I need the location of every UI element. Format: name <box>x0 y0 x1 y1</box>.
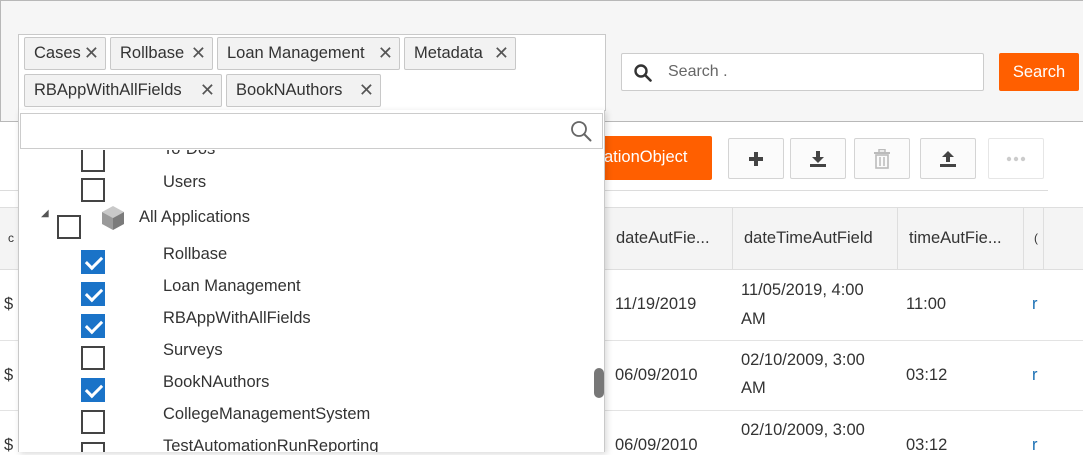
tag-label: RBAppWithAllFields <box>34 81 182 99</box>
search-field[interactable] <box>621 53 984 91</box>
tree-item[interactable]: CollegeManagementSystem <box>19 402 589 434</box>
date-cell: 11/19/2019 <box>615 295 697 313</box>
column-header[interactable]: timeAutFie... <box>898 208 1024 269</box>
more-icon <box>1006 156 1026 161</box>
remove-tag-icon[interactable]: ✕ <box>200 75 215 106</box>
cube-icon <box>102 206 124 230</box>
tree-checkbox-checked[interactable] <box>81 250 105 274</box>
remove-tag-icon[interactable]: ✕ <box>191 38 206 69</box>
column-header[interactable]: dateTimeAutField <box>733 208 898 269</box>
column-header[interactable]: dateAutFie... <box>605 208 733 269</box>
add-button[interactable] <box>728 138 784 179</box>
tag-selector[interactable]: Cases ✕ Rollbase ✕ Loan Management ✕ Met… <box>18 34 606 111</box>
object-tree-dropdown: To-Dos Users ◢ All Applications Rollbase… <box>18 110 605 452</box>
tree-filter-box[interactable] <box>20 113 603 149</box>
tree-item[interactable]: Surveys <box>19 338 589 370</box>
tag-label: Cases <box>34 44 81 62</box>
datetime-cell: AM <box>741 310 766 328</box>
filter-panel: Cases ✕ Rollbase ✕ Loan Management ✕ Met… <box>0 0 1083 122</box>
tree-checkbox[interactable] <box>57 215 81 239</box>
delete-button[interactable] <box>854 138 910 179</box>
record-link[interactable]: r <box>1032 295 1038 314</box>
search-icon <box>634 64 652 82</box>
remove-tag-icon[interactable]: ✕ <box>359 75 374 106</box>
tag-chip: Rollbase ✕ <box>110 37 213 70</box>
record-link[interactable]: r <box>1032 436 1038 455</box>
tag-chip: Loan Management ✕ <box>217 37 400 70</box>
tree-item[interactable]: Users <box>19 170 589 202</box>
tree-checkbox[interactable] <box>81 346 105 370</box>
upload-icon <box>940 150 956 167</box>
tree-item-label: CollegeManagementSystem <box>163 405 371 423</box>
more-button[interactable] <box>988 138 1044 179</box>
tree-item[interactable]: TestAutomationRunReporting <box>19 434 589 452</box>
tree-checkbox[interactable] <box>81 148 105 172</box>
tree-checkbox[interactable] <box>81 410 105 434</box>
tree-item[interactable]: Loan Management <box>19 274 589 306</box>
tree-item[interactable]: RBAppWithAllFields <box>19 306 589 338</box>
tree-item-label: Users <box>163 173 207 191</box>
export-button[interactable] <box>920 138 976 179</box>
column-header[interactable]: ( <box>1024 208 1044 269</box>
plus-icon <box>749 151 763 166</box>
new-object-label: ationObject <box>604 148 688 166</box>
remove-tag-icon[interactable]: ✕ <box>494 38 509 69</box>
tree-checkbox-checked[interactable] <box>81 378 105 402</box>
tree-item-label: RBAppWithAllFields <box>163 309 311 327</box>
currency-cell: $ <box>4 295 14 313</box>
tree-item[interactable]: BookNAuthors <box>19 370 589 402</box>
search-input[interactable] <box>666 56 976 88</box>
tree-checkbox[interactable] <box>81 178 105 202</box>
tree-item[interactable]: Rollbase <box>19 242 589 274</box>
time-cell: 11:00 <box>906 295 947 313</box>
search-icon <box>571 121 592 142</box>
currency-cell: $ <box>4 436 14 454</box>
tree-item-label: Loan Management <box>163 277 301 295</box>
download-icon <box>810 150 826 167</box>
remove-tag-icon[interactable]: ✕ <box>84 38 99 69</box>
tag-label: Metadata <box>414 44 483 62</box>
datetime-cell: AM <box>741 379 766 397</box>
tree-checkbox[interactable] <box>81 442 105 452</box>
trash-icon <box>874 148 890 169</box>
tag-label: BookNAuthors <box>236 81 343 99</box>
datetime-cell: 11/05/2019, 4:00 <box>741 281 864 299</box>
import-button[interactable] <box>790 138 846 179</box>
tag-chip: Cases ✕ <box>24 37 106 70</box>
datetime-cell: 02/10/2009, 3:00 <box>741 421 865 439</box>
remove-tag-icon[interactable]: ✕ <box>378 38 393 69</box>
datetime-cell: 02/10/2009, 3:00 <box>741 351 865 369</box>
currency-cell: $ <box>4 366 14 384</box>
tree-item-label: BookNAuthors <box>163 373 270 391</box>
scrollbar-thumb[interactable] <box>594 368 604 398</box>
time-cell: 03:12 <box>906 366 948 384</box>
expand-triangle-icon[interactable]: ◢ <box>41 208 49 219</box>
tag-chip: RBAppWithAllFields ✕ <box>24 74 222 107</box>
tree-item-label: All Applications <box>139 208 250 226</box>
search-button[interactable]: Search <box>999 53 1079 91</box>
record-link[interactable]: r <box>1032 366 1038 385</box>
time-cell: 03:12 <box>906 436 948 454</box>
tree-checkbox-checked[interactable] <box>81 314 105 338</box>
tree-item-label: Surveys <box>163 341 223 359</box>
tag-chip: Metadata ✕ <box>404 37 516 70</box>
tag-label: Loan Management <box>227 44 365 62</box>
date-cell: 06/09/2010 <box>615 436 698 454</box>
tree-item-all-applications[interactable]: ◢ All Applications <box>19 202 589 239</box>
tree-item-label: TestAutomationRunReporting <box>163 437 379 452</box>
date-cell: 06/09/2010 <box>615 366 698 384</box>
tree-checkbox-checked[interactable] <box>81 282 105 306</box>
tree-item-label: Rollbase <box>163 245 228 263</box>
tag-label: Rollbase <box>120 44 185 62</box>
tag-chip: BookNAuthors ✕ <box>226 74 381 107</box>
